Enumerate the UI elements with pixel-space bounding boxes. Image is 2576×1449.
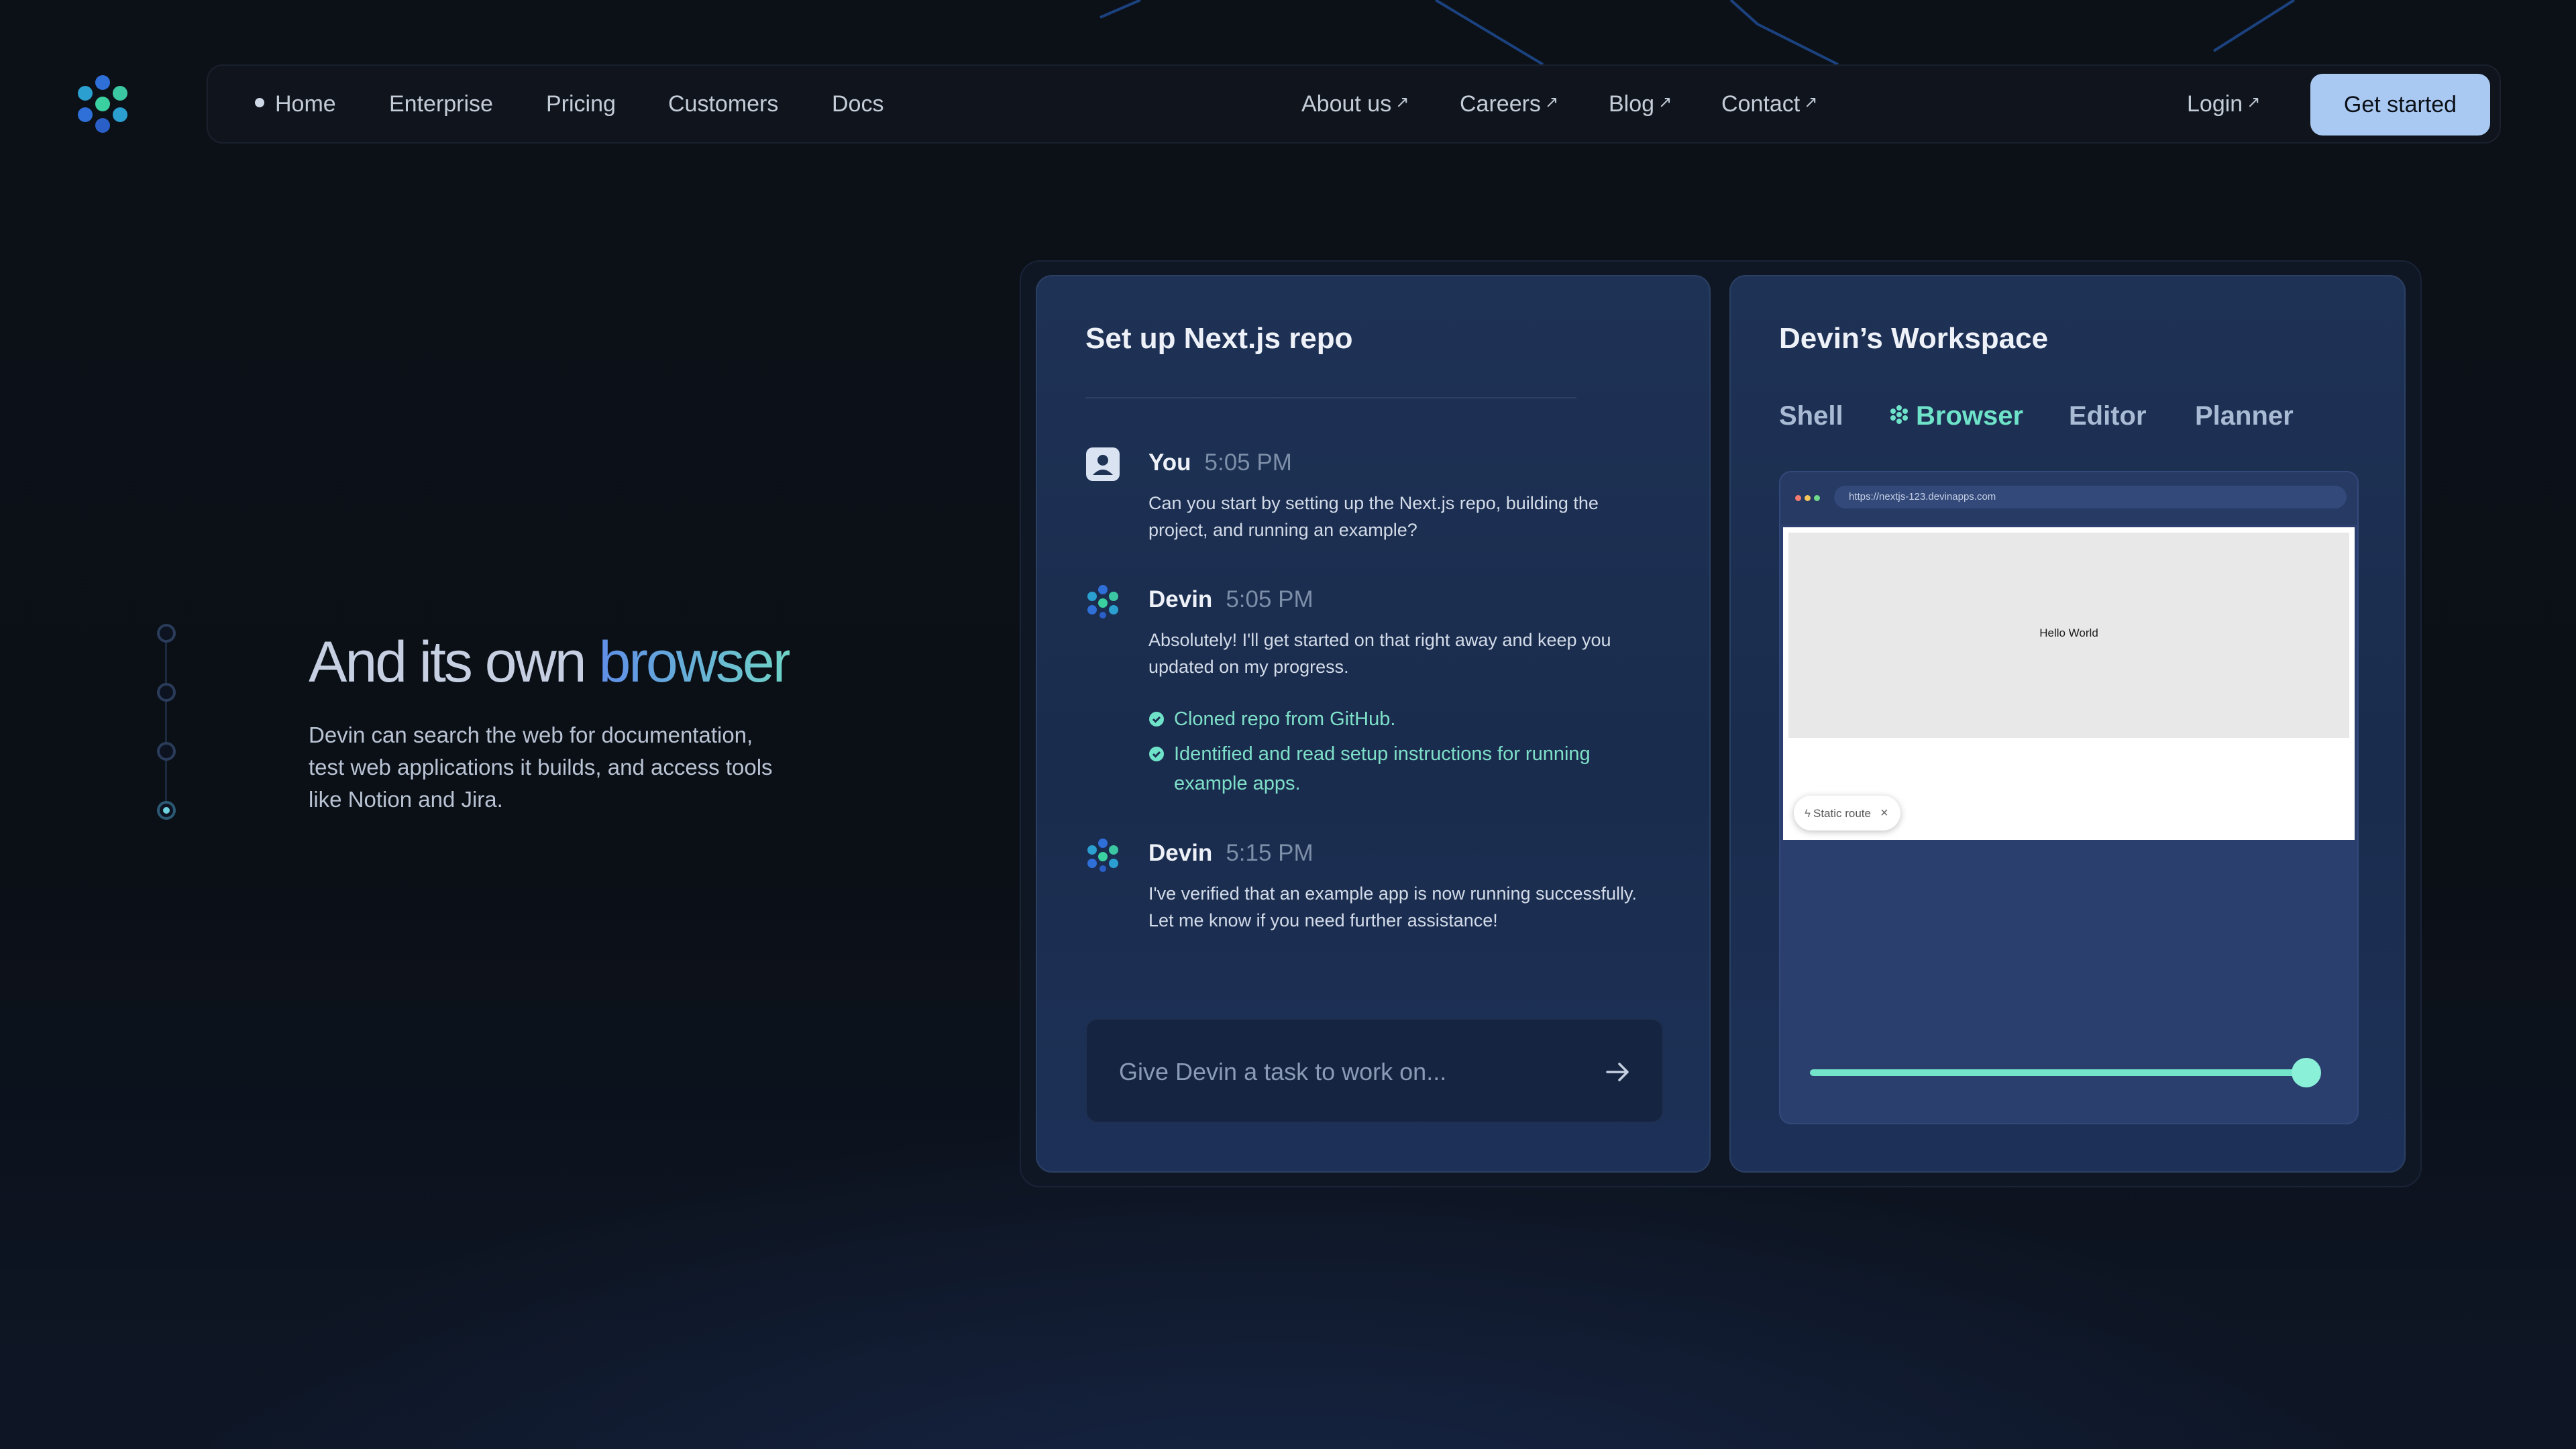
chat-divider <box>1085 397 1576 398</box>
nav-login[interactable]: Login ↗ <box>2187 66 2260 142</box>
slider-thumb[interactable] <box>2292 1058 2321 1087</box>
top-nav: Home Enterprise Pricing Customers Docs A… <box>207 64 2501 144</box>
message-time: 5:15 PM <box>1226 840 1313 866</box>
nav-careers[interactable]: Careers ↗ <box>1460 66 1558 142</box>
workspace-title: Devin’s Workspace <box>1779 322 2049 355</box>
devin-avatar-icon <box>1087 585 1118 619</box>
message-text: Can you start by setting up the Next.js … <box>1148 493 1599 540</box>
message-text: I've verified that an example app is now… <box>1148 883 1638 930</box>
check-item: Cloned repo from GitHub. <box>1148 704 1645 734</box>
progress-checklist: Cloned repo from GitHub. Identified and … <box>1148 704 1645 804</box>
external-link-icon: ↗ <box>1544 93 1559 111</box>
page-hero: Hello World <box>1788 533 2349 738</box>
nav-blog[interactable]: Blog ↗ <box>1609 66 1672 142</box>
hero-description: Devin can search the web for documentati… <box>309 722 773 812</box>
nav-enterprise[interactable]: Enterprise <box>389 66 493 142</box>
external-link-icon: ↗ <box>1395 93 1409 111</box>
step-2[interactable] <box>157 683 176 702</box>
nav-customers[interactable]: Customers <box>668 66 778 142</box>
check-item: Identified and read setup instructions f… <box>1148 739 1645 798</box>
send-arrow-icon[interactable] <box>1602 1056 1634 1088</box>
slider-fill <box>1810 1069 2306 1076</box>
page: Home Enterprise Pricing Customers Docs A… <box>0 0 2576 1449</box>
workspace-panel: Devin’s Workspace Shell Browser Editor P… <box>1729 275 2406 1173</box>
tab-browser[interactable]: Browser <box>1889 401 2023 431</box>
hero-title: And its own browser <box>309 630 792 694</box>
tab-shell[interactable]: Shell <box>1779 401 1843 431</box>
message-author: Devin 5:05 PM <box>1148 586 1313 612</box>
message-author: You 5:05 PM <box>1148 449 1292 476</box>
page-hello-text: Hello World <box>2039 627 2098 639</box>
task-input[interactable]: Give Devin a task to work on... <box>1085 1018 1664 1123</box>
nav-contact[interactable]: Contact ↗ <box>1721 66 1817 142</box>
static-route-pill: ϟ Static route × <box>1794 796 1900 830</box>
browser-page: Hello World ϟ Static route × <box>1783 527 2355 840</box>
external-link-icon: ↗ <box>2247 93 2261 111</box>
window-controls-icon <box>1795 492 1823 504</box>
message-time: 5:05 PM <box>1226 586 1313 612</box>
nav-home[interactable]: Home <box>255 66 336 142</box>
message-author: Devin 5:15 PM <box>1148 840 1313 866</box>
browser-preview: https://nextjs-123.devinapps.com Hello W… <box>1779 471 2359 1124</box>
browser-url-bar[interactable]: https://nextjs-123.devinapps.com <box>1834 486 2347 508</box>
check-circle-icon <box>1149 712 1164 727</box>
replay-slider[interactable] <box>1810 1056 2321 1089</box>
user-avatar-icon <box>1086 447 1120 481</box>
check-circle-icon <box>1149 747 1164 761</box>
chat-panel: Set up Next.js repo You 5:05 PM Can you s… <box>1036 275 1711 1173</box>
step-4[interactable] <box>157 801 176 820</box>
chat-title: Set up Next.js repo <box>1085 322 1353 355</box>
nav-docs[interactable]: Docs <box>832 66 883 142</box>
section-stepper <box>156 624 177 820</box>
bolt-icon: ϟ <box>1805 807 1811 820</box>
stepper-line <box>165 635 167 809</box>
message-time: 5:05 PM <box>1204 449 1292 476</box>
browser-toolbar: https://nextjs-123.devinapps.com <box>1780 472 2357 525</box>
step-3[interactable] <box>157 742 176 761</box>
task-input-placeholder: Give Devin a task to work on... <box>1119 1058 1447 1085</box>
tab-editor[interactable]: Editor <box>2069 401 2147 431</box>
step-1[interactable] <box>157 624 176 643</box>
external-link-icon: ↗ <box>1804 93 1818 111</box>
nav-pricing[interactable]: Pricing <box>546 66 616 142</box>
message-text: Absolutely! I'll get started on that rig… <box>1148 630 1611 677</box>
sparkle-icon <box>1890 405 1908 425</box>
devin-avatar-icon <box>1087 839 1118 872</box>
tab-planner[interactable]: Planner <box>2195 401 2294 431</box>
active-dot-icon <box>255 98 264 108</box>
nav-about-us[interactable]: About us ↗ <box>1301 66 1409 142</box>
get-started-button[interactable]: Get started <box>2310 74 2490 136</box>
devin-logo-icon[interactable] <box>75 74 130 134</box>
close-icon[interactable]: × <box>1880 806 1888 820</box>
external-link-icon: ↗ <box>1658 93 1672 111</box>
